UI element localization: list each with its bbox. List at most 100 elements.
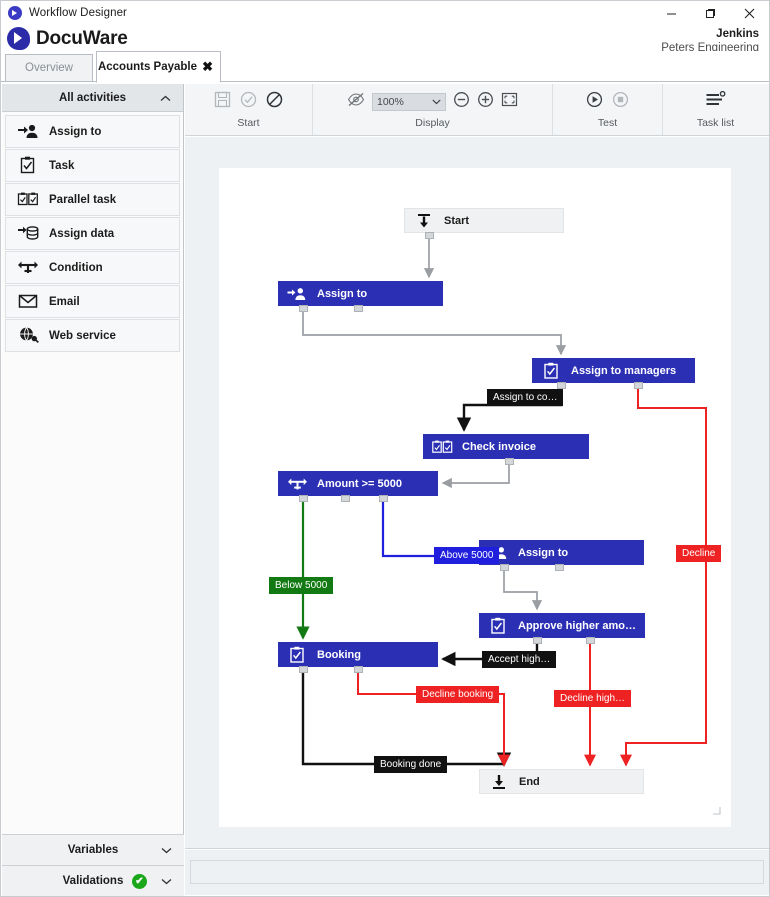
port[interactable] — [555, 564, 564, 571]
node-label: Booking — [317, 649, 361, 661]
end-arrow-icon — [488, 773, 510, 791]
tab-accounts-payable-label: Accounts Payable — [98, 61, 197, 73]
edge-label-decline-booking[interactable]: Decline booking — [416, 686, 499, 703]
check-icon[interactable] — [240, 91, 257, 113]
node-approve-higher-amount[interactable]: Approve higher amo… — [479, 613, 645, 638]
node-booking[interactable]: Booking — [278, 642, 438, 667]
all-activities-label: All activities — [59, 92, 126, 104]
edge-label-decline-higher[interactable]: Decline high… — [554, 690, 631, 707]
zoom-level-value: 100% — [377, 96, 432, 108]
sidebar-item-assign-data[interactable]: Assign data — [5, 217, 180, 250]
sidebar-item-label: Task — [49, 160, 74, 172]
chevron-down-icon[interactable] — [161, 874, 172, 888]
close-icon[interactable] — [730, 1, 769, 25]
docuware-circle-icon — [8, 6, 22, 20]
fit-to-screen-icon[interactable] — [501, 91, 518, 113]
save-icon[interactable] — [214, 91, 231, 113]
toolbar-group-caption: Start — [237, 117, 259, 129]
port[interactable] — [425, 232, 434, 239]
node-label: Assign to — [518, 547, 568, 559]
node-assign-to-2[interactable]: Assign to — [479, 540, 644, 565]
workflow-sheet[interactable]: Start Assign to — [219, 168, 731, 827]
port[interactable] — [354, 305, 363, 312]
port[interactable] — [341, 495, 350, 502]
node-amount-condition[interactable]: Amount >= 5000 — [278, 471, 438, 496]
node-end[interactable]: End — [479, 769, 644, 794]
window-title: Workflow Designer — [29, 7, 127, 19]
port[interactable] — [634, 382, 643, 389]
assign-to-icon — [286, 285, 308, 303]
stop-icon[interactable] — [612, 91, 629, 113]
task-list-icon[interactable] — [705, 91, 726, 114]
tab-strip: Overview Accounts Payable ✖ — [1, 51, 769, 82]
edge-label-above-5000[interactable]: Above 5000 — [434, 547, 499, 564]
task-clipboard-icon — [540, 362, 562, 380]
node-assign-to[interactable]: Assign to — [278, 281, 443, 306]
sidebar-section-validations[interactable]: Validations ✔ — [2, 865, 184, 896]
sidebar-item-parallel-task[interactable]: Parallel task — [5, 183, 180, 216]
chevron-up-icon[interactable] — [160, 91, 171, 105]
toolbar-group-caption: Task list — [697, 117, 734, 129]
assign-to-icon — [17, 122, 39, 142]
edge-label-below-5000[interactable]: Below 5000 — [269, 577, 333, 594]
node-label: Amount >= 5000 — [317, 478, 402, 490]
sidebar-section-label: Validations — [63, 875, 124, 887]
workflow-canvas[interactable]: Start Assign to — [185, 137, 769, 849]
zoom-level-select[interactable]: 100% — [372, 93, 446, 111]
toolbar-group-start: Start — [185, 84, 313, 135]
node-start[interactable]: Start — [404, 208, 564, 233]
port[interactable] — [379, 495, 388, 502]
sidebar-item-task[interactable]: Task — [5, 149, 180, 182]
task-clipboard-icon — [286, 646, 308, 664]
minimize-icon[interactable] — [652, 1, 691, 25]
hide-connections-icon[interactable] — [347, 92, 365, 112]
node-assign-to-managers[interactable]: Assign to managers — [532, 358, 695, 383]
zoom-in-icon[interactable] — [477, 91, 494, 113]
sidebar-item-assign-to[interactable]: Assign to — [5, 115, 180, 148]
port[interactable] — [505, 458, 514, 465]
parallel-task-icon — [17, 190, 39, 210]
node-check-invoice[interactable]: Check invoice — [423, 434, 589, 459]
port[interactable] — [557, 382, 566, 389]
resize-grip-icon[interactable] — [712, 802, 721, 811]
port[interactable] — [533, 637, 542, 644]
port[interactable] — [354, 666, 363, 673]
maximize-icon[interactable] — [691, 1, 730, 25]
sidebar-item-label: Parallel task — [49, 194, 116, 206]
toolbar-group-caption: Test — [598, 117, 617, 129]
activity-list: Assign to Task — [2, 112, 183, 352]
all-activities-header[interactable]: All activities — [2, 84, 183, 112]
node-label: Check invoice — [462, 441, 536, 453]
edge-label-decline[interactable]: Decline — [676, 545, 721, 562]
cancel-icon[interactable] — [266, 91, 283, 113]
sidebar-section-variables[interactable]: Variables — [2, 834, 184, 865]
tab-overview[interactable]: Overview — [5, 54, 93, 82]
sidebar-item-condition[interactable]: Condition — [5, 251, 180, 284]
play-icon[interactable] — [586, 91, 603, 113]
port[interactable] — [299, 305, 308, 312]
port[interactable] — [586, 637, 595, 644]
brand-name: DocuWare — [36, 28, 128, 50]
chevron-down-icon[interactable] — [432, 97, 441, 107]
brand-row: DocuWare Jenkins Peters Engineering ? — [1, 25, 769, 53]
chevron-down-icon[interactable] — [161, 843, 172, 857]
port[interactable] — [500, 564, 509, 571]
sidebar-item-email[interactable]: Email — [5, 285, 180, 318]
toolbar-group-test: Test — [553, 84, 663, 135]
zoom-out-icon[interactable] — [453, 91, 470, 113]
port[interactable] — [299, 495, 308, 502]
edge-label-assign-to-co[interactable]: Assign to co… — [487, 389, 563, 406]
start-arrow-icon — [413, 212, 435, 230]
edge-label-booking-done[interactable]: Booking done — [374, 756, 447, 773]
sidebar-item-web-service[interactable]: Web service — [5, 319, 180, 352]
tab-overview-label: Overview — [25, 62, 73, 74]
sidebar-section-label: Variables — [68, 844, 119, 856]
port[interactable] — [299, 666, 308, 673]
edge-label-accept-higher[interactable]: Accept high… — [482, 651, 556, 668]
toolbar-group-task-list: Task list — [663, 84, 768, 135]
condition-icon — [286, 475, 308, 493]
sidebar-item-label: Web service — [49, 330, 116, 342]
node-label: Assign to — [317, 288, 367, 300]
close-icon[interactable]: ✖ — [202, 60, 213, 73]
tab-accounts-payable[interactable]: Accounts Payable ✖ — [96, 51, 221, 83]
